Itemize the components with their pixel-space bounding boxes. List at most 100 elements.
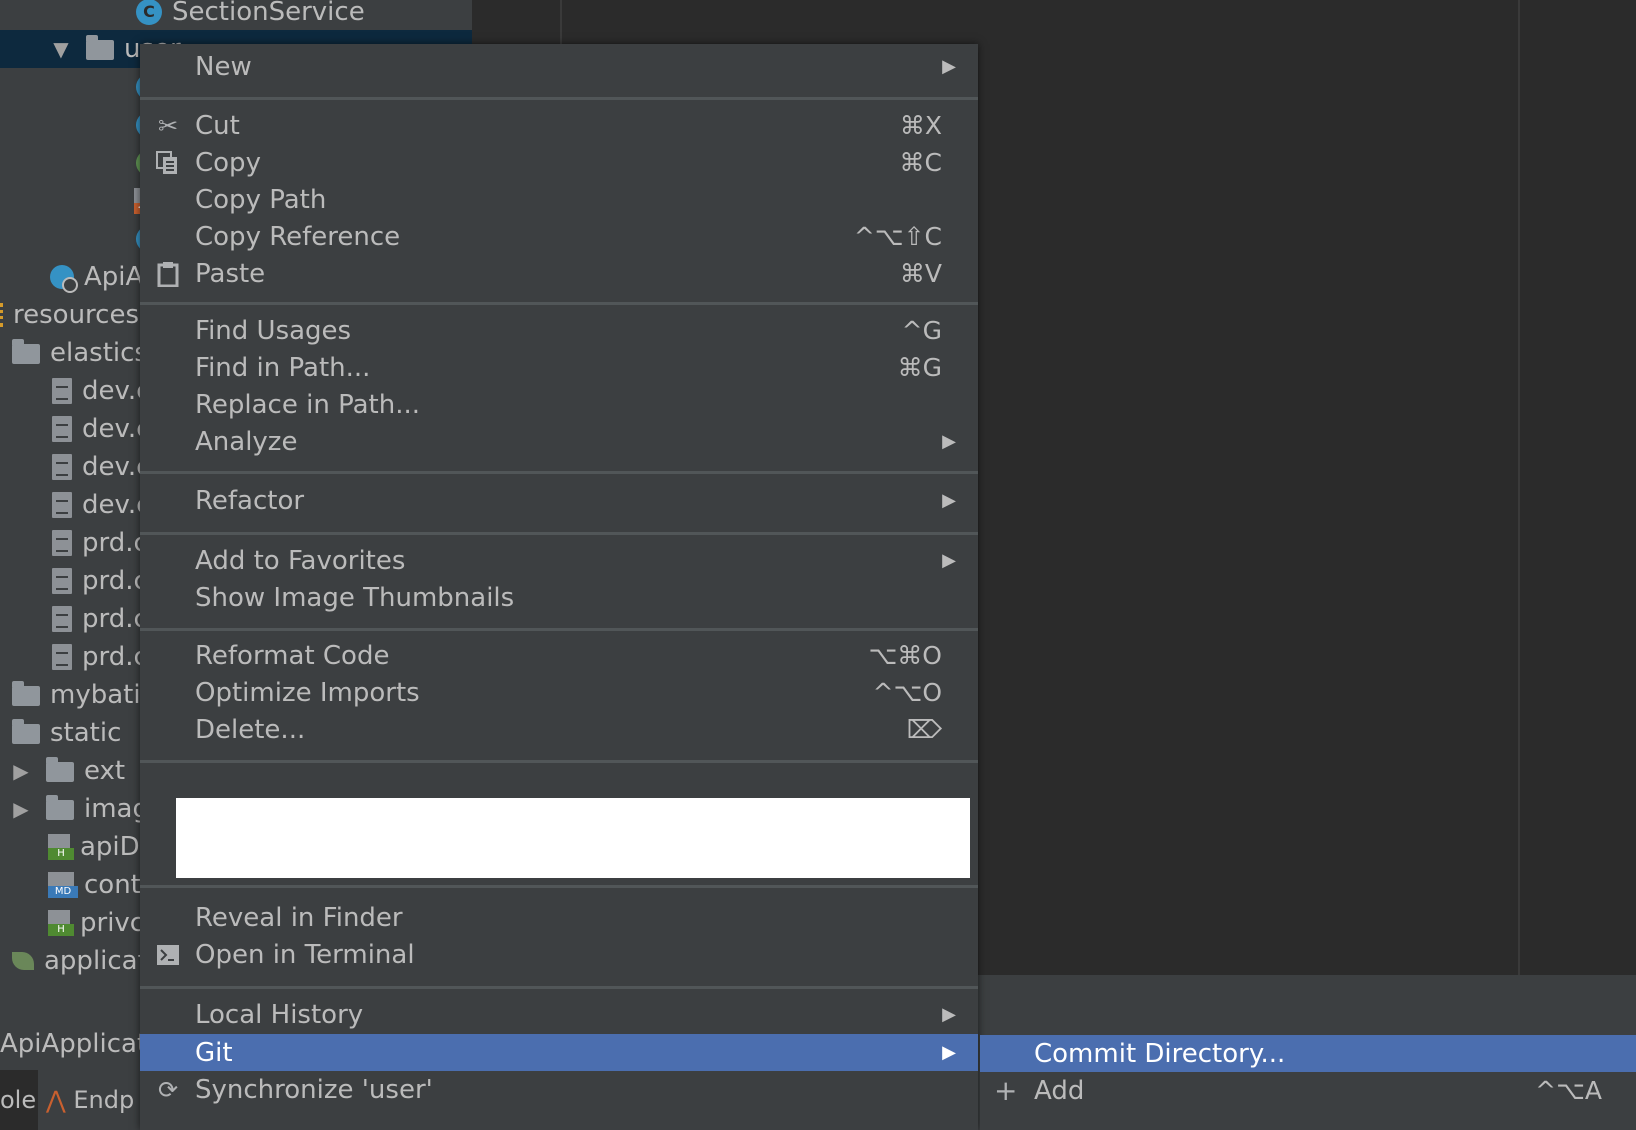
menu-item-add-to-favorites[interactable]: Add to Favorites ▶ bbox=[140, 542, 978, 579]
tree-item-file[interactable]: prd.c bbox=[48, 638, 148, 676]
menu-item-local-history[interactable]: Local History ▶ bbox=[140, 996, 978, 1033]
submenu-item-commit-directory[interactable]: Commit Directory... bbox=[980, 1035, 1636, 1072]
tree-item-label: elastics bbox=[50, 338, 148, 368]
submenu-arrow-icon: ▶ bbox=[942, 1004, 956, 1025]
tab-console[interactable]: ole bbox=[0, 1070, 38, 1130]
menu-item-shortcut: ⌘V bbox=[899, 259, 942, 288]
menu-item-refactor[interactable]: Refactor ▶ bbox=[140, 482, 978, 519]
submenu-arrow-icon: ▶ bbox=[942, 550, 956, 571]
clipboard-icon bbox=[154, 260, 182, 288]
menu-item-label: Find in Path... bbox=[195, 352, 371, 383]
menu-separator bbox=[140, 885, 978, 888]
folder-icon bbox=[46, 757, 74, 782]
menu-item-shortcut: ^G bbox=[901, 316, 942, 345]
menu-item-label: Reveal in Finder bbox=[195, 902, 403, 933]
tree-item-label: prd.c bbox=[82, 528, 148, 558]
menu-separator bbox=[140, 760, 978, 763]
tool-window-tabs: ole ⋀ Endp bbox=[0, 1070, 150, 1130]
file-icon bbox=[52, 416, 72, 442]
menu-item-shortcut: ^⌥O bbox=[872, 678, 942, 707]
menu-item-synchronize[interactable]: ⟳ Synchronize 'user' bbox=[140, 1071, 978, 1108]
tree-item-sectionservice[interactable]: C SectionService bbox=[136, 0, 365, 31]
tree-item-file[interactable]: prd.c bbox=[48, 562, 148, 600]
menu-item-copy-path[interactable]: Copy Path bbox=[140, 181, 978, 218]
tree-item-html[interactable]: H privc bbox=[48, 904, 144, 942]
menu-separator bbox=[140, 532, 978, 535]
menu-item-label: Copy bbox=[195, 147, 261, 178]
tree-item-label: prd.c bbox=[82, 642, 148, 672]
menu-item-copy[interactable]: Copy ⌘C bbox=[140, 144, 978, 181]
context-menu: New ▶ ✂ Cut ⌘X Copy ⌘C Copy Path Copy Re… bbox=[140, 44, 978, 1130]
tree-item-images[interactable]: ▶ imag bbox=[10, 790, 149, 828]
menu-item-label: New bbox=[195, 51, 252, 82]
menu-item-replace-in-path[interactable]: Replace in Path... bbox=[140, 386, 978, 423]
menu-item-label: Replace in Path... bbox=[195, 389, 420, 420]
tree-item-file[interactable]: dev.c bbox=[48, 372, 150, 410]
resources-folder-icon bbox=[0, 303, 9, 327]
tree-item-mybatis[interactable]: mybatis bbox=[12, 676, 154, 714]
menu-item-label: Optimize Imports bbox=[195, 677, 420, 708]
tree-item-file[interactable]: dev.c bbox=[48, 486, 150, 524]
menu-item-reveal-in-finder[interactable]: Reveal in Finder bbox=[140, 899, 978, 936]
folder-icon bbox=[46, 795, 74, 820]
plus-icon: + bbox=[994, 1074, 1018, 1107]
menu-item-analyze[interactable]: Analyze ▶ bbox=[140, 423, 978, 460]
menu-item-show-image-thumbnails[interactable]: Show Image Thumbnails bbox=[140, 579, 978, 616]
tree-item-label: mybatis bbox=[50, 680, 155, 710]
menu-item-reformat-code[interactable]: Reformat Code ⌥⌘O bbox=[140, 637, 978, 674]
folder-icon bbox=[86, 35, 114, 60]
menu-item-paste[interactable]: Paste ⌘V bbox=[140, 255, 978, 292]
menu-item-label: Show Image Thumbnails bbox=[195, 582, 515, 613]
menu-item-cut[interactable]: ✂ Cut ⌘X bbox=[140, 107, 978, 144]
menu-item-git[interactable]: Git ▶ bbox=[140, 1034, 978, 1071]
folder-icon bbox=[12, 339, 40, 364]
menu-item-label: Paste bbox=[195, 258, 266, 289]
menu-item-label: Local History bbox=[195, 999, 364, 1030]
tree-item-file[interactable]: prd.c bbox=[48, 600, 148, 638]
chevron-down-icon[interactable]: ▼ bbox=[50, 37, 72, 61]
redacted-menu-region bbox=[176, 798, 970, 878]
menu-item-find-in-path[interactable]: Find in Path... ⌘G bbox=[140, 349, 978, 386]
tree-item-file[interactable]: dev.c bbox=[48, 448, 150, 486]
menu-item-delete[interactable]: Delete... ⌦ bbox=[140, 711, 978, 748]
menu-item-shortcut: ^⌥⇧C bbox=[853, 222, 942, 251]
editor-right-margin bbox=[1518, 0, 1520, 975]
menu-item-label: Find Usages bbox=[195, 315, 352, 346]
terminal-icon bbox=[154, 941, 182, 969]
tree-item-file[interactable]: dev.c bbox=[48, 410, 150, 448]
tree-item-label: SectionService bbox=[172, 0, 365, 27]
menu-item-label: Reformat Code bbox=[195, 640, 390, 671]
menu-separator bbox=[140, 302, 978, 305]
tree-item-html[interactable]: H apiD bbox=[48, 828, 140, 866]
menu-item-copy-reference[interactable]: Copy Reference ^⌥⇧C bbox=[140, 218, 978, 255]
tree-item-file[interactable]: prd.c bbox=[48, 524, 148, 562]
spring-config-icon bbox=[12, 952, 34, 970]
tree-item-label: applicat bbox=[44, 946, 148, 976]
menu-separator bbox=[140, 471, 978, 474]
menu-item-label: Delete... bbox=[195, 714, 306, 745]
tree-item-apiapplication[interactable]: ApiA bbox=[50, 258, 143, 296]
tree-item-ext[interactable]: ▶ ext bbox=[10, 752, 125, 790]
submenu-item-add[interactable]: + Add ^⌥A bbox=[980, 1072, 1636, 1109]
tab-endpoints-label: Endp bbox=[73, 1086, 135, 1114]
tree-item-label: privc bbox=[80, 908, 145, 938]
tree-item-markdown[interactable]: MD cont bbox=[48, 866, 141, 904]
submenu-arrow-icon: ▶ bbox=[942, 431, 956, 452]
menu-item-label: Add bbox=[1034, 1075, 1085, 1106]
endpoints-icon: ⋀ bbox=[46, 1086, 66, 1114]
tree-item-static[interactable]: static bbox=[12, 714, 121, 752]
tab-endpoints[interactable]: ⋀ Endp bbox=[38, 1070, 134, 1130]
menu-item-optimize-imports[interactable]: Optimize Imports ^⌥O bbox=[140, 674, 978, 711]
chevron-right-icon[interactable]: ▶ bbox=[10, 797, 32, 821]
tree-item-resources[interactable]: resources bbox=[0, 296, 139, 334]
menu-item-new[interactable]: New ▶ bbox=[140, 48, 978, 85]
tree-item-label: cont bbox=[84, 870, 141, 900]
menu-item-shortcut: ⌦ bbox=[906, 715, 942, 744]
menu-item-find-usages[interactable]: Find Usages ^G bbox=[140, 312, 978, 349]
git-submenu: Commit Directory... + Add ^⌥A bbox=[980, 1035, 1636, 1130]
tree-item-label: static bbox=[50, 718, 122, 748]
menu-item-open-in-terminal[interactable]: Open in Terminal bbox=[140, 936, 978, 973]
chevron-right-icon[interactable]: ▶ bbox=[10, 759, 32, 783]
tree-item-elasticsearch[interactable]: elastics bbox=[12, 334, 148, 372]
menu-item-label: Git bbox=[195, 1037, 233, 1068]
